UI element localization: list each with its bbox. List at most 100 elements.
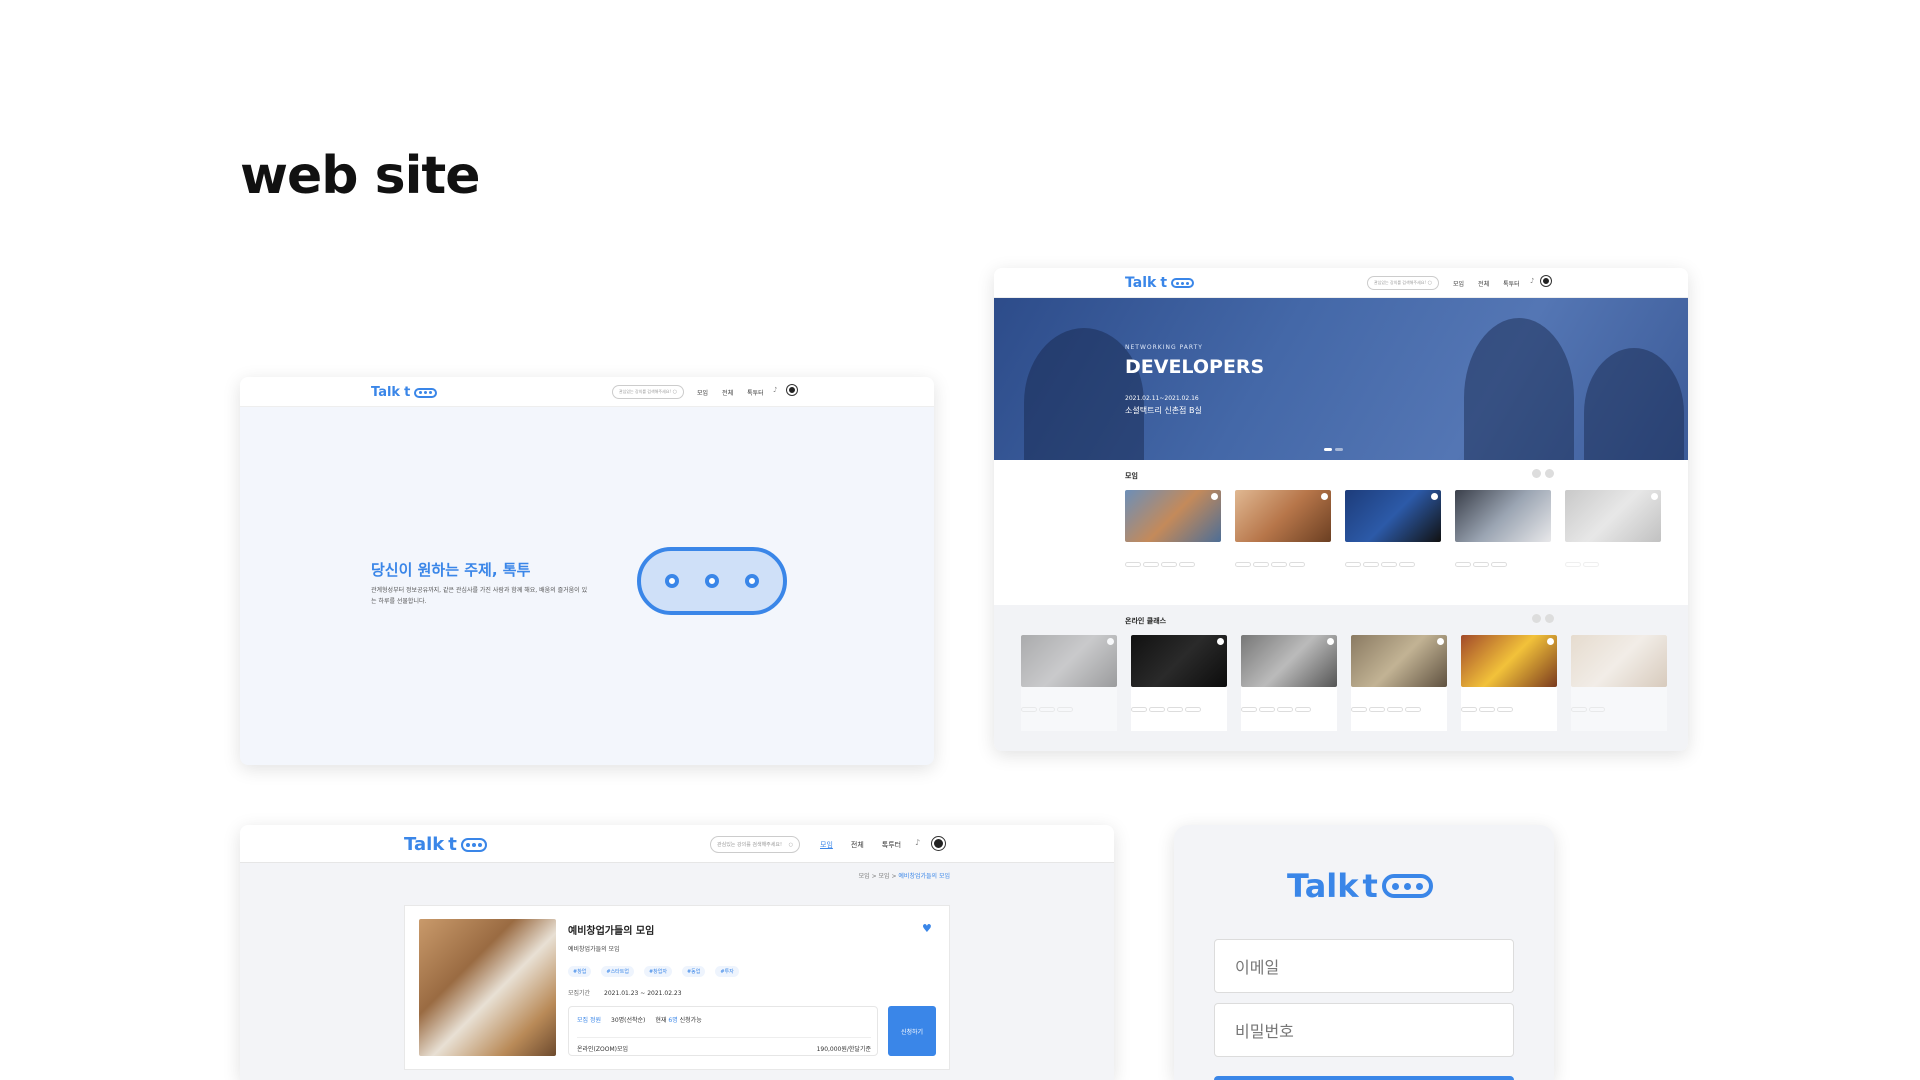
meetup-card[interactable] — [1455, 490, 1551, 586]
class-card[interactable] — [1131, 635, 1227, 731]
online-class-list — [1021, 635, 1667, 731]
password-field[interactable]: 비밀번호 — [1214, 1003, 1514, 1057]
chevron-right-icon — [1545, 469, 1554, 478]
bell-icon[interactable]: ♪ — [915, 838, 920, 847]
nav-menu: 모임 전체 톡투터 — [697, 388, 764, 397]
meetup-info-box: 모집 정원 30명(선착순) 현재 6명 신청가능 온라인(ZOOM)모임 19… — [568, 1006, 878, 1056]
logo-text: Talk — [1287, 867, 1359, 905]
meetup-detail-card: 예비창업가들의 모임 ♥ 예비창업가들의 모임 #창업 #스타트업 #창업자 #… — [404, 905, 950, 1070]
breadcrumb-item[interactable]: 모임 — [879, 873, 890, 880]
online-carousel-arrows[interactable] — [1532, 614, 1554, 623]
nav-item-meetup[interactable]: 모임 — [1453, 279, 1464, 288]
meetup-card[interactable] — [1345, 490, 1441, 586]
recruit-period: 모집기간 2021.01.23 ~ 2021.02.23 — [568, 988, 682, 997]
logo[interactable]: Talk t — [1125, 275, 1195, 291]
logo: Talk t — [1287, 867, 1433, 905]
period-label: 모집기간 — [568, 990, 591, 997]
meetup-card[interactable] — [1565, 490, 1661, 586]
nav-item-meetup[interactable]: 모임 — [820, 840, 833, 850]
nav-item-tutor[interactable]: 톡투터 — [1503, 279, 1520, 288]
banner-photo-person — [1464, 318, 1574, 460]
hero-screenshot: Talk t 관심있는 강의를 검색해주세요! ○ 모임 전체 톡투터 ♪ 당신… — [240, 377, 934, 765]
nav-menu: 모임 전체 톡투터 — [820, 840, 901, 850]
chevron-right-icon — [1545, 614, 1554, 623]
meetup-price: 190,000원/한달기준 — [816, 1046, 871, 1053]
search-placeholder: 관심있는 강의를 검색해주세요! — [1374, 280, 1426, 285]
banner-headline: DEVELOPERS — [1125, 356, 1265, 378]
heart-icon[interactable]: ♥ — [922, 922, 932, 935]
search-icon[interactable]: ○ — [1428, 280, 1432, 286]
carousel-dots[interactable] — [1324, 448, 1343, 451]
avatar[interactable] — [1541, 276, 1551, 286]
search-input[interactable]: 관심있는 강의를 검색해주세요! ○ — [612, 385, 684, 399]
class-card[interactable] — [1021, 635, 1117, 731]
bell-icon[interactable]: ♪ — [773, 386, 777, 394]
banner-photo-person — [1584, 348, 1684, 460]
logo-text: Talk — [1125, 275, 1157, 291]
logo-text: Talk — [404, 834, 445, 855]
meetup-card[interactable] — [1235, 490, 1331, 586]
email-field[interactable]: 이메일 — [1214, 939, 1514, 993]
logo-t-icon: t — [1362, 867, 1378, 905]
top-nav: Talk t 관심있는 강의를 검색해주세요! ○ 모임 전체 톡투터 ♪ — [240, 377, 934, 407]
remaining-seats: 현재 6명 신청가능 — [655, 1017, 702, 1024]
logo-bubble-icon — [1171, 278, 1195, 288]
hero-description: 관계형성부터 정보공유까지, 같은 관심사를 가진 사람과 함께 해요, 배움의… — [371, 587, 588, 605]
tag[interactable]: #창업자 — [643, 966, 672, 977]
nav-menu: 모임 전체 톡투터 — [1453, 279, 1520, 288]
section-title-meetups: 모임 — [1125, 472, 1138, 480]
logo-bubble-icon — [1381, 874, 1433, 898]
search-icon[interactable]: ○ — [789, 842, 793, 848]
class-card[interactable] — [1461, 635, 1557, 731]
banner-kicker: NETWORKING PARTY — [1125, 344, 1203, 351]
meetup-title: 예비창업가들의 모임 — [568, 926, 655, 937]
search-input[interactable]: 관심있는 강의를 검색해주세요! ○ — [710, 836, 800, 853]
search-icon[interactable]: ○ — [673, 389, 677, 395]
apply-button[interactable]: 신청하기 — [888, 1006, 936, 1056]
detail-page-screenshot: Talk t 관심있는 강의를 검색해주세요! ○ 모임 전체 톡투터 ♪ 모임… — [240, 825, 1114, 1080]
hero-title: 당신이 원하는 주제, 톡투 — [371, 561, 531, 579]
nav-item-tutor[interactable]: 톡투터 — [882, 840, 901, 850]
logo[interactable]: Talk t — [404, 834, 487, 855]
banner-date: 2021.02.11~2021.02.16 — [1125, 395, 1199, 402]
class-card[interactable] — [1571, 635, 1667, 731]
period-value: 2021.01.23 ~ 2021.02.23 — [604, 990, 682, 997]
section-title-online-class: 온라인 클래스 — [1125, 617, 1167, 625]
tag[interactable]: #창업 — [568, 966, 592, 977]
search-placeholder: 관심있는 강의를 검색해주세요! — [717, 842, 782, 848]
login-screenshot: Talk t 이메일 비밀번호 — [1174, 825, 1554, 1080]
search-placeholder: 관심있는 강의를 검색해주세요! — [619, 389, 671, 394]
bell-icon[interactable]: ♪ — [1530, 277, 1534, 285]
tag[interactable]: #동업 — [681, 966, 706, 977]
nav-item-all[interactable]: 전체 — [722, 388, 733, 397]
breadcrumb-item[interactable]: 모임 — [859, 873, 870, 880]
breadcrumb-current: 예비창업가들의 모임 — [898, 873, 950, 880]
logo[interactable]: Talk t — [371, 385, 438, 400]
meetup-photo — [419, 919, 556, 1056]
class-card[interactable] — [1241, 635, 1337, 731]
avatar[interactable] — [932, 837, 945, 850]
nav-item-meetup[interactable]: 모임 — [697, 388, 708, 397]
tag[interactable]: #투자 — [715, 966, 739, 977]
logo-t-icon: t — [1160, 275, 1168, 291]
capacity-label: 모집 정원 — [577, 1017, 601, 1024]
meetup-card[interactable] — [1125, 490, 1221, 586]
nav-item-all[interactable]: 전체 — [851, 840, 864, 850]
meetup-carousel-arrows[interactable] — [1532, 469, 1554, 478]
avatar[interactable] — [787, 385, 797, 395]
meetup-list — [1125, 490, 1661, 586]
hero-banner[interactable]: NETWORKING PARTY DEVELOPERS 2021.02.11~2… — [994, 298, 1688, 460]
class-card[interactable] — [1351, 635, 1447, 731]
logo-t-icon: t — [448, 834, 457, 855]
nav-item-all[interactable]: 전체 — [1478, 279, 1489, 288]
search-input[interactable]: 관심있는 강의를 검색해주세요! ○ — [1367, 276, 1439, 290]
logo-bubble-icon — [414, 387, 438, 398]
login-button[interactable] — [1214, 1076, 1514, 1080]
chevron-left-icon — [1532, 614, 1541, 623]
nav-item-tutor[interactable]: 톡투터 — [747, 388, 764, 397]
banner-place: 소셜택트리 신촌점 B실 — [1125, 406, 1202, 415]
meetup-tags: #창업 #스타트업 #창업자 #동업 #투자 — [568, 966, 739, 977]
logo-text: Talk — [371, 385, 401, 400]
meetup-mode: 온라인(ZOOM)모임 — [577, 1046, 629, 1053]
tag[interactable]: #스타트업 — [601, 966, 634, 977]
